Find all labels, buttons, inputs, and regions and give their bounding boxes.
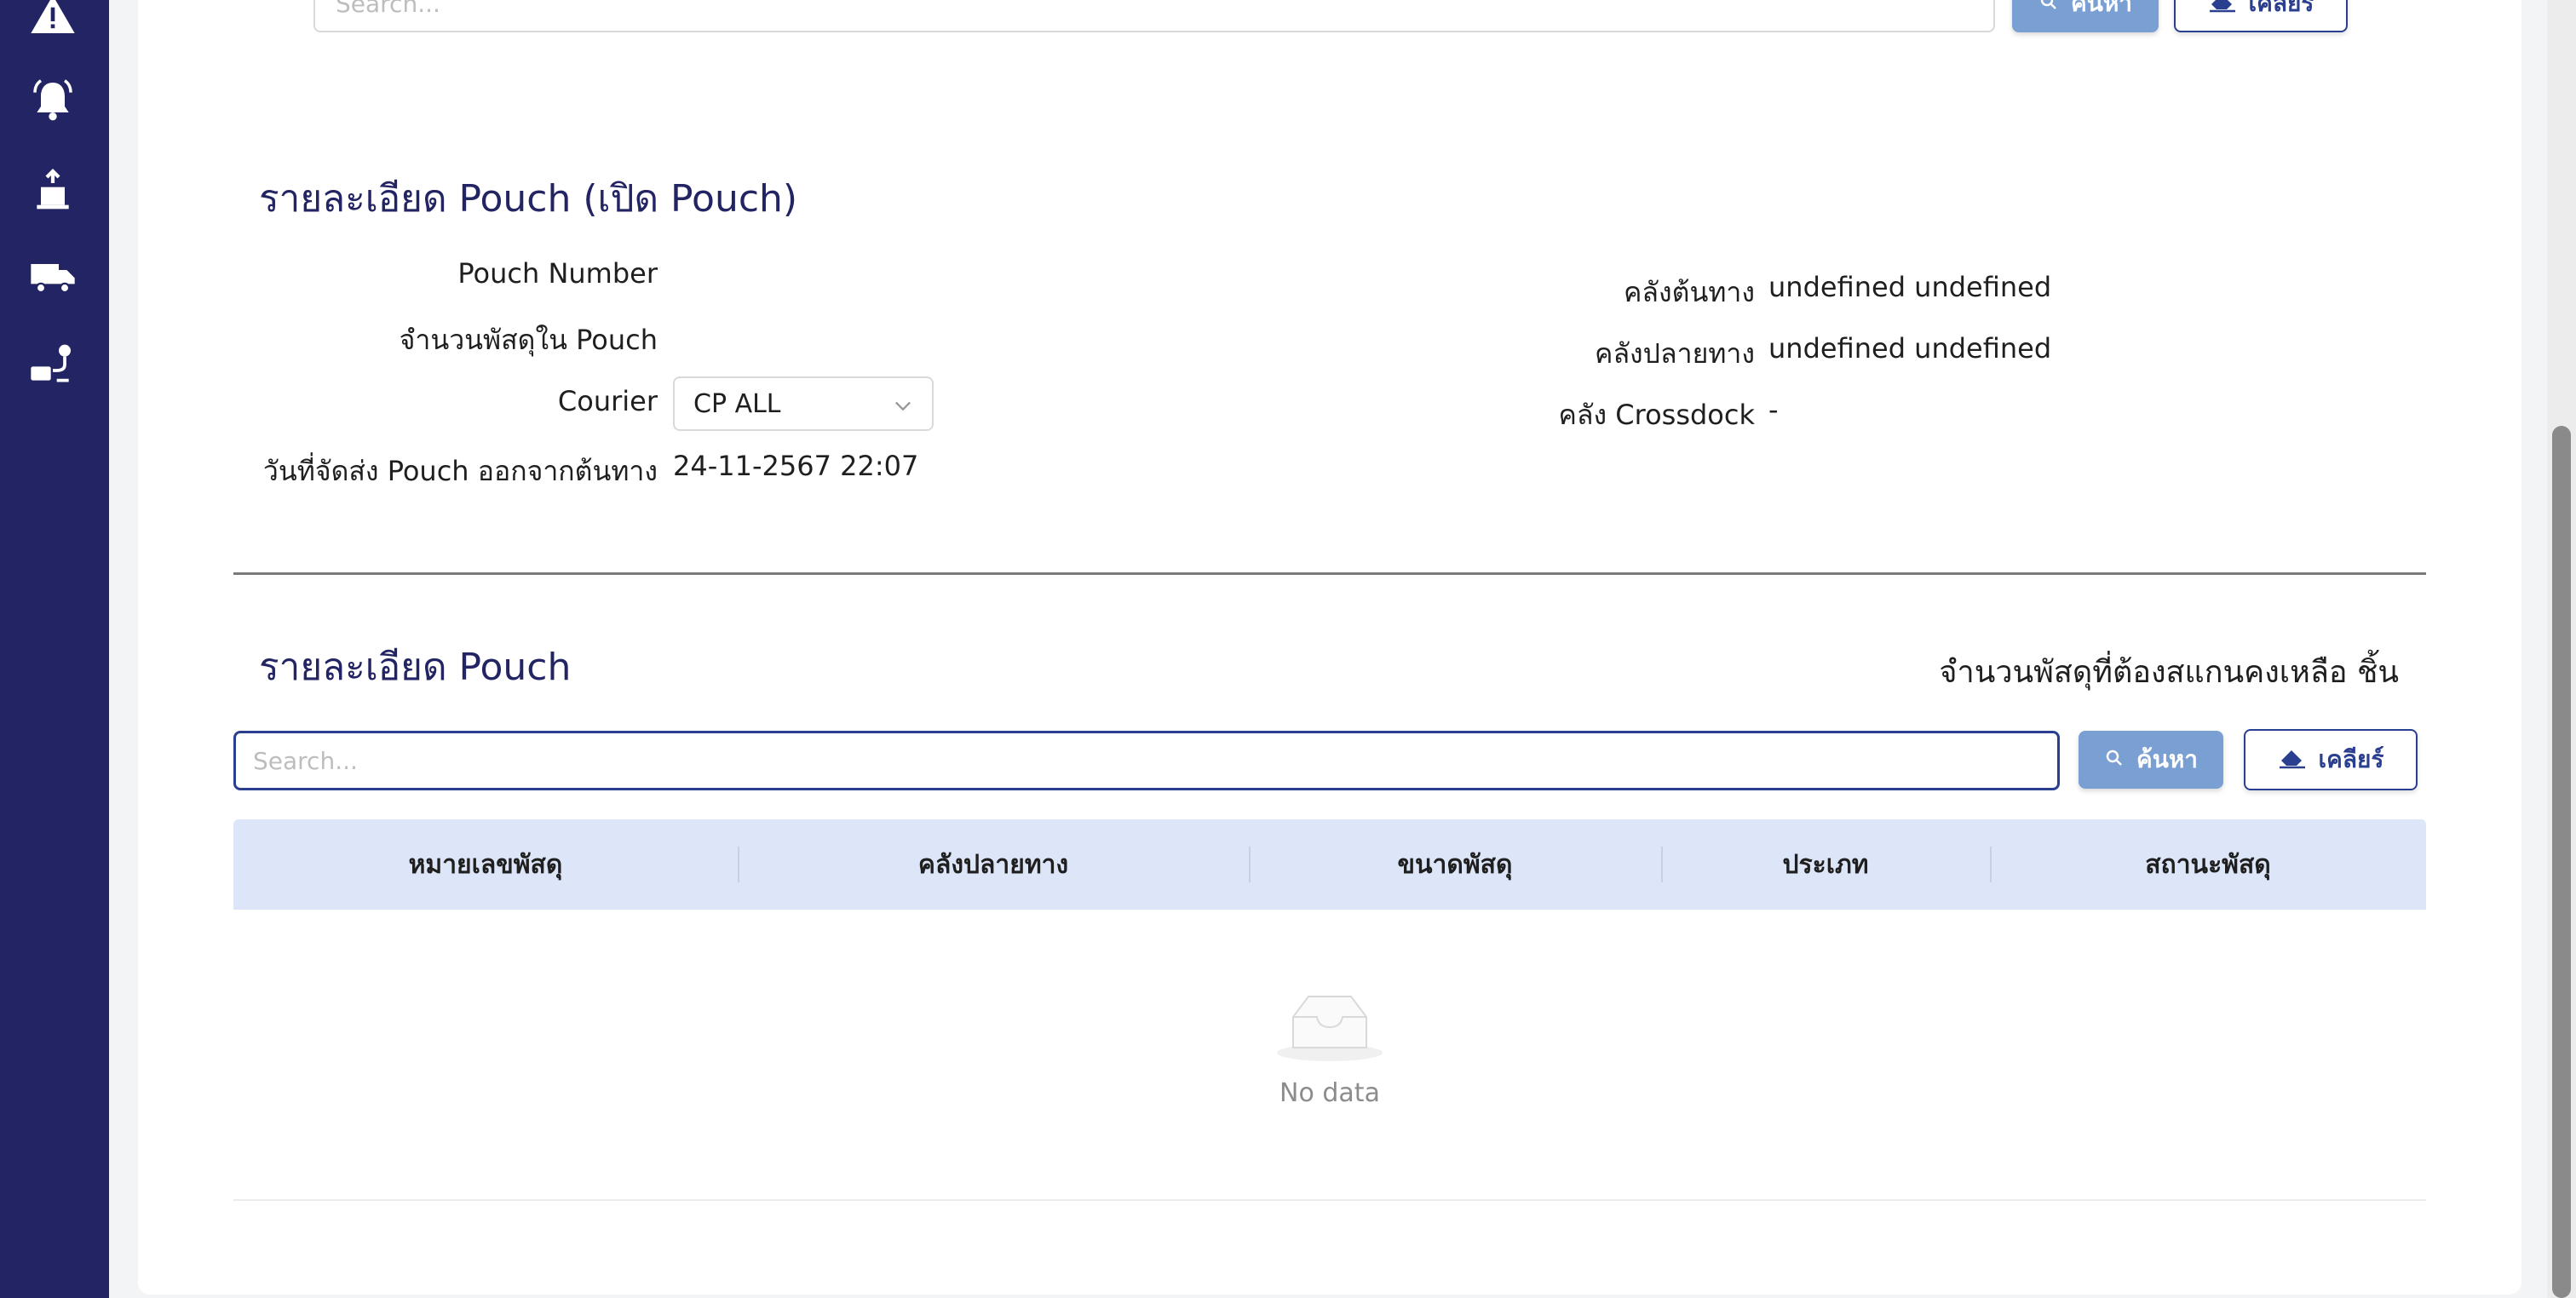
column-header-type[interactable]: ประเภท bbox=[1661, 819, 1990, 910]
eraser-icon bbox=[2278, 745, 2307, 775]
section-divider bbox=[233, 572, 2426, 575]
top-search-button[interactable]: ค้นหา bbox=[2012, 0, 2159, 32]
courier-select[interactable]: CP ALL bbox=[673, 376, 934, 431]
parcel-table-empty: No data bbox=[233, 910, 2426, 1201]
parcel-search-input[interactable] bbox=[233, 731, 2060, 790]
sidebar bbox=[0, 0, 109, 1298]
empty-inbox-icon bbox=[1274, 991, 1385, 1063]
top-clear-button-label: เคลียร์ bbox=[2248, 0, 2314, 17]
column-header-destination[interactable]: คลังปลายทาง bbox=[738, 819, 1249, 910]
bell-icon[interactable] bbox=[26, 73, 80, 128]
ship-date-label: วันที่จัดส่ง Pouch ออกจากต้นทาง bbox=[262, 455, 658, 487]
column-header-status[interactable]: สถานะพัสดุ bbox=[1990, 819, 2426, 910]
destination-value: undefined undefined bbox=[1768, 332, 2052, 365]
search-icon bbox=[2104, 746, 2125, 774]
column-header-size[interactable]: ขนาดพัสดุ bbox=[1249, 819, 1661, 910]
top-search-field[interactable] bbox=[315, 0, 1993, 31]
page-scrollbar[interactable] bbox=[2547, 0, 2576, 1298]
parcel-search-field[interactable] bbox=[236, 733, 2057, 788]
courier-label: Courier bbox=[557, 385, 658, 417]
eraser-icon bbox=[2208, 0, 2237, 19]
no-data-text: No data bbox=[1279, 1078, 1380, 1108]
parcel-search-button-label: ค้นหา bbox=[2136, 745, 2199, 773]
origin-label: คลังต้นทาง bbox=[1624, 276, 1755, 308]
warning-icon[interactable] bbox=[26, 0, 80, 43]
search-icon bbox=[2038, 0, 2059, 18]
crossdock-label: คลัง Crossdock bbox=[1558, 399, 1755, 431]
top-search-button-label: ค้นหา bbox=[2070, 0, 2133, 17]
route-bus-icon[interactable] bbox=[26, 337, 80, 392]
parcel-table-header: หมายเลขพัสดุ คลังปลายทาง ขนาดพัสดุ ประเภ… bbox=[233, 819, 2426, 910]
parcel-search-button[interactable]: ค้นหา bbox=[2079, 731, 2223, 789]
column-header-parcel-number[interactable]: หมายเลขพัสดุ bbox=[233, 819, 738, 910]
courier-select-value: CP ALL bbox=[693, 388, 781, 419]
truck-icon[interactable] bbox=[26, 249, 80, 303]
origin-value: undefined undefined bbox=[1768, 271, 2052, 303]
chevron-down-icon bbox=[891, 393, 915, 417]
crossdock-value: - bbox=[1768, 393, 1779, 426]
remaining-parcels-label: จำนวนพัสดุที่ต้องสแกนคงเหลือ ชิ้น bbox=[1939, 655, 2399, 690]
pouch-number-label: Pouch Number bbox=[457, 257, 658, 290]
pouch-detail-title: รายละเอียด Pouch bbox=[259, 646, 572, 689]
top-search-input[interactable] bbox=[313, 0, 1995, 32]
destination-label: คลังปลายทาง bbox=[1595, 337, 1755, 370]
scrollbar-thumb[interactable] bbox=[2552, 426, 2571, 1298]
ship-date-value: 24-11-2567 22:07 bbox=[673, 450, 919, 482]
parcel-clear-button[interactable]: เคลียร์ bbox=[2244, 729, 2418, 790]
pallet-upload-icon[interactable] bbox=[26, 162, 80, 216]
top-clear-button[interactable]: เคลียร์ bbox=[2174, 0, 2348, 32]
parcel-count-label: จำนวนพัสดุใน Pouch bbox=[399, 324, 658, 356]
parcel-clear-button-label: เคลียร์ bbox=[2318, 745, 2384, 773]
pouch-info-title: รายละเอียด Pouch (เปิด Pouch) bbox=[259, 177, 798, 221]
